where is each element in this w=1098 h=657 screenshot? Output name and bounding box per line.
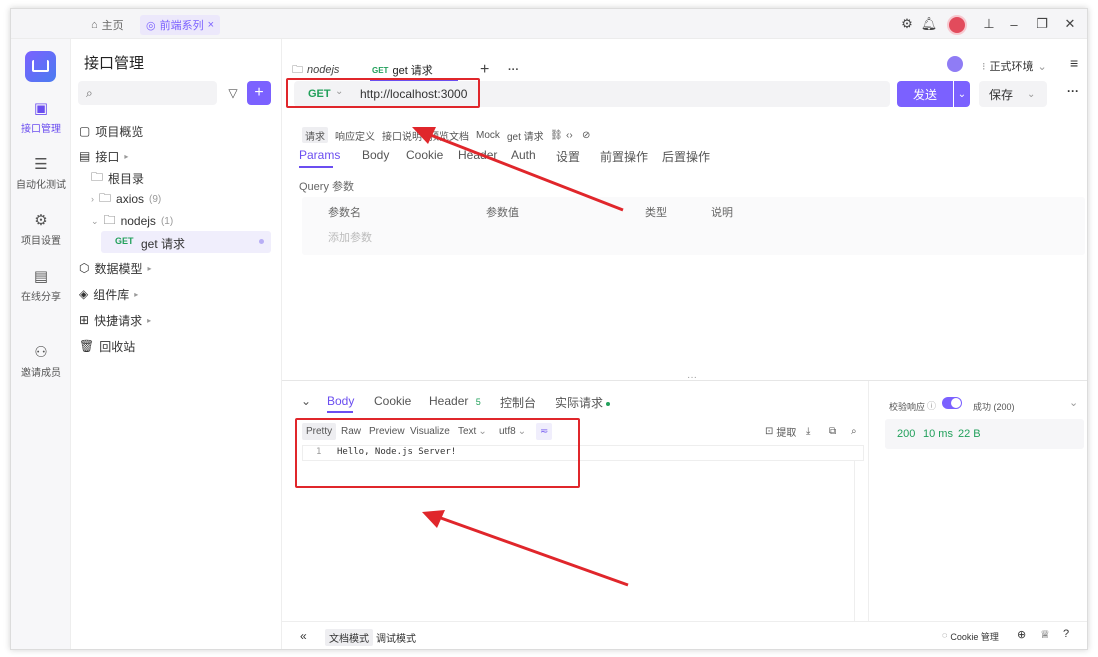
annotation-arrow-bottom bbox=[437, 515, 629, 587]
annotation-arrows bbox=[412, 127, 629, 587]
annotation-arrow-top bbox=[427, 132, 624, 212]
